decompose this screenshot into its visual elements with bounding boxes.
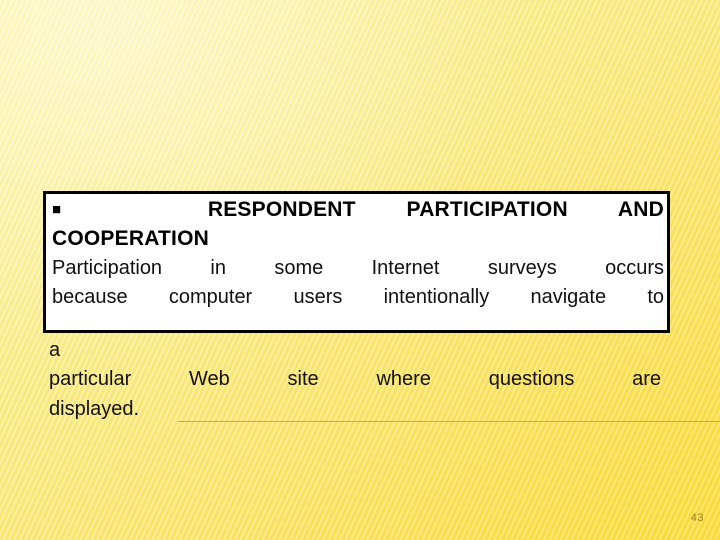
content-box-inner: ■ RESPONDENT PARTICIPATION AND COOPERATI… <box>52 196 664 313</box>
slide-canvas: ■ RESPONDENT PARTICIPATION AND COOPERATI… <box>0 0 720 540</box>
body-line-2: because computer users intentionally nav… <box>52 286 664 309</box>
content-text-box: ■ RESPONDENT PARTICIPATION AND COOPERATI… <box>43 191 670 333</box>
heading-line-1: ■ RESPONDENT PARTICIPATION AND <box>52 196 664 225</box>
heading-line-1-text: RESPONDENT PARTICIPATION AND <box>207 198 664 221</box>
body-line-1: Participation in some Internet surveys o… <box>52 256 664 279</box>
heading-line-2: COOPERATION <box>52 226 209 250</box>
body-line-3: a <box>49 339 61 361</box>
page-number: 43 <box>690 512 704 524</box>
body-line-5: displayed. <box>49 397 140 420</box>
square-bullet-icon: ■ <box>52 201 107 218</box>
horizontal-rule <box>178 421 720 422</box>
body-paragraph-overflow: a particular Web site where questions ar… <box>49 336 661 424</box>
body-line-4: particular Web site where questions are <box>49 368 661 391</box>
body-paragraph-in-box: Participation in some Internet surveys o… <box>52 254 664 313</box>
slide-heading: ■ RESPONDENT PARTICIPATION AND COOPERATI… <box>52 196 664 254</box>
